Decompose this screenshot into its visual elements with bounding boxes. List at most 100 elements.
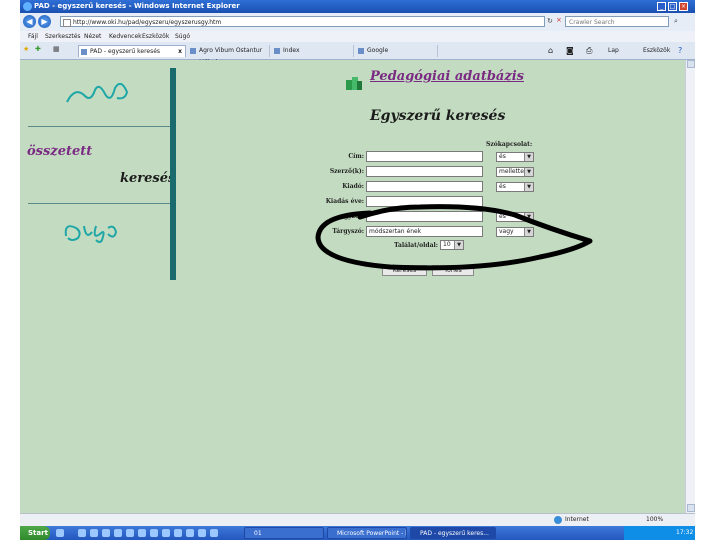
taskbar-item-powerpoint[interactable]: Microsoft PowerPoint - [...] <box>327 527 407 539</box>
title-input[interactable] <box>366 151 483 162</box>
menu-item-file[interactable]: Fájl <box>28 31 38 42</box>
menu-item-favorites[interactable]: Kedvencek <box>109 31 142 42</box>
close-window-button[interactable]: × <box>679 2 688 11</box>
minimize-button[interactable]: _ <box>657 2 666 11</box>
address-url: http://www.oki.hu/pad/egyszeru/egyszerus… <box>73 19 222 26</box>
scroll-up-icon[interactable] <box>687 60 695 68</box>
publisher-operator-value: és <box>499 183 506 190</box>
tab-favicon <box>274 48 280 54</box>
chevron-down-icon: ▼ <box>524 168 533 176</box>
help-logo[interactable] <box>62 218 126 244</box>
home-icon[interactable]: ⌂ <box>548 45 553 57</box>
quicklaunch-icon[interactable] <box>186 529 194 537</box>
favorites-star-icon[interactable]: ★ <box>23 45 29 53</box>
tab-favicon <box>358 48 364 54</box>
status-bar: Internet 100% <box>20 513 695 527</box>
quicklaunch-icon[interactable] <box>150 529 158 537</box>
complex-search-link-label[interactable]: keresés <box>120 171 175 186</box>
globe-icon <box>554 516 562 524</box>
sidebar-divider <box>28 126 170 127</box>
feeds-icon[interactable]: ◙ <box>566 45 574 57</box>
zone-label: Internet <box>565 516 589 523</box>
tab-label: Google <box>367 47 389 54</box>
quicklaunch-icon[interactable] <box>126 529 134 537</box>
window-title-bar: PAD - egyszerű keresés - Windows Interne… <box>20 0 695 13</box>
tab-label: Index <box>283 47 300 54</box>
page-content: összetett keresés Pedagógiai adatbázis E… <box>20 60 685 513</box>
scroll-down-icon[interactable] <box>687 504 695 512</box>
publisher-input[interactable] <box>366 181 483 192</box>
author-label: Szerző(k): <box>329 168 364 175</box>
books-icon <box>346 77 362 90</box>
hand-drawn-circle-annotation <box>315 204 593 271</box>
quick-tabs-icon[interactable]: ▦ <box>53 45 60 53</box>
tab-row: ★ ✚ ▦ PAD - egyszerű keresés x Agro Vibu… <box>20 42 695 66</box>
zoom-level[interactable]: 100% <box>646 514 663 526</box>
maximize-button[interactable]: □ <box>668 2 677 11</box>
chevron-down-icon: ▼ <box>524 153 533 161</box>
title-label: Cím: <box>348 153 364 160</box>
tab-favicon <box>81 49 87 55</box>
menu-item-view[interactable]: Nézet <box>84 31 101 42</box>
forward-button[interactable]: ▶ <box>38 15 51 28</box>
operator-header: Szókapcsolat: <box>486 141 533 148</box>
ie-icon <box>23 2 32 11</box>
author-input[interactable] <box>366 166 483 177</box>
tab-agro[interactable]: Agro Vibum Ostantur Műhely... <box>188 45 270 66</box>
search-placeholder: Crawler Search <box>569 19 615 26</box>
quicklaunch-icon[interactable] <box>56 529 64 537</box>
quicklaunch-icon[interactable] <box>210 529 218 537</box>
quicklaunch-icon[interactable] <box>162 529 170 537</box>
page-title: Egyszerű keresés <box>370 108 506 124</box>
quicklaunch-icon[interactable] <box>114 529 122 537</box>
vertical-scrollbar[interactable] <box>685 60 695 513</box>
taskbar: Start 01 Microsoft PowerPoint - [...] PA… <box>20 526 695 540</box>
menu-item-tools[interactable]: Eszközök <box>142 31 169 42</box>
title-operator-select[interactable]: és ▼ <box>496 152 534 162</box>
search-input[interactable]: Crawler Search <box>565 16 669 27</box>
system-tray: 17:32 <box>624 526 695 540</box>
taskbar-item-folder[interactable]: 01 <box>244 527 324 539</box>
help-icon[interactable]: ? <box>678 45 682 57</box>
page-icon <box>63 19 71 27</box>
search-go-icon[interactable]: ⌕ <box>674 17 678 26</box>
quicklaunch-icon[interactable] <box>138 529 146 537</box>
tab-google[interactable]: Google <box>356 45 438 57</box>
sidebar-vertical-bar <box>170 68 176 280</box>
pad-logo[interactable] <box>65 80 131 110</box>
publisher-label: Kiadó: <box>342 183 364 190</box>
complex-search-link[interactable]: összetett <box>27 144 92 159</box>
menu-bar: Fájl Szerkesztés Nézet Kedvencek Eszközö… <box>20 31 695 42</box>
quicklaunch-icon[interactable] <box>90 529 98 537</box>
menu-item-edit[interactable]: Szerkesztés <box>45 31 81 42</box>
quicklaunch-icon[interactable] <box>198 529 206 537</box>
database-title[interactable]: Pedagógiai adatbázis <box>370 69 524 84</box>
title-operator-value: és <box>499 153 506 160</box>
tab-pad-search[interactable]: PAD - egyszerű keresés x <box>78 45 186 57</box>
screen: PAD - egyszerű keresés - Windows Interne… <box>20 0 695 540</box>
page-menu[interactable]: Lap <box>608 45 619 57</box>
taskbar-item-pad[interactable]: PAD - egyszerű keres... <box>410 527 496 539</box>
address-field[interactable]: http://www.oki.hu/pad/egyszeru/egyszerus… <box>60 16 545 27</box>
tab-label: PAD - egyszerű keresés <box>90 48 161 55</box>
quicklaunch-icon[interactable] <box>174 529 182 537</box>
quicklaunch-icon[interactable] <box>102 529 110 537</box>
sidebar-divider <box>28 203 170 204</box>
author-operator-select[interactable]: mellette ▼ <box>496 167 534 177</box>
back-button[interactable]: ◀ <box>23 15 36 28</box>
publisher-operator-select[interactable]: és ▼ <box>496 182 534 192</box>
tab-favicon <box>190 48 196 54</box>
author-operator-value: mellette <box>499 168 524 175</box>
tools-menu[interactable]: Eszközök <box>643 45 670 57</box>
chevron-down-icon: ▼ <box>524 183 533 191</box>
stop-icon[interactable]: × <box>556 16 562 24</box>
print-icon[interactable]: ⎙ <box>586 45 592 57</box>
window-title: PAD - egyszerű keresés - Windows Interne… <box>34 2 240 10</box>
tab-index[interactable]: Index <box>272 45 354 57</box>
tab-close-icon[interactable]: x <box>178 46 182 58</box>
start-button[interactable]: Start <box>20 526 50 540</box>
refresh-icon[interactable]: ↻ <box>547 17 553 25</box>
add-favorite-icon[interactable]: ✚ <box>35 45 41 53</box>
menu-item-help[interactable]: Súgó <box>175 31 190 42</box>
quicklaunch-icon[interactable] <box>78 529 86 537</box>
